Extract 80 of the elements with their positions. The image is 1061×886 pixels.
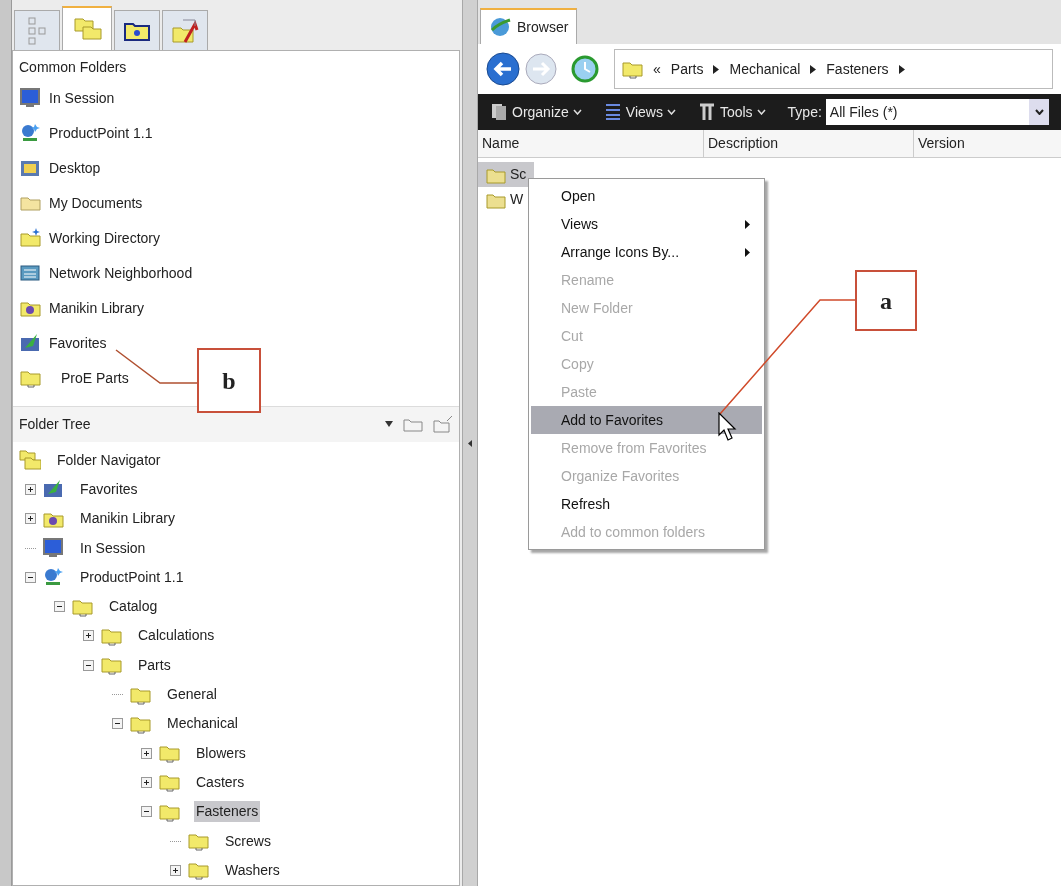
tree-item[interactable]: Calculations <box>136 625 217 647</box>
chevron-right-icon[interactable] <box>713 64 720 74</box>
tree-item[interactable]: Favorites <box>78 479 140 500</box>
tree-item[interactable]: Washers <box>223 859 282 881</box>
column-header[interactable]: Version <box>913 129 1061 158</box>
tree-item[interactable]: Screws <box>223 830 273 852</box>
folder-item[interactable]: Favorites <box>13 325 113 361</box>
tree-item[interactable]: General <box>165 684 219 706</box>
tree-item[interactable]: In Session <box>78 537 148 559</box>
pointer-icon <box>718 412 738 442</box>
tools-icon <box>697 102 716 122</box>
tree-item[interactable]: Manikin Library <box>78 508 177 530</box>
tree-item[interactable]: Catalog <box>107 596 160 618</box>
collapse-icon[interactable] <box>112 718 123 730</box>
breadcrumb-item[interactable]: Fasteners <box>826 58 889 80</box>
breadcrumb-overflow[interactable]: « <box>653 58 661 80</box>
caret-icon <box>1034 109 1044 115</box>
tree-item[interactable]: Folder Navigator <box>55 449 163 471</box>
folder-item[interactable]: Working Directory <box>13 220 166 256</box>
folders-icon <box>19 449 41 472</box>
new-folder-icon <box>19 227 41 250</box>
menu-item[interactable]: Arrange Icons By... <box>531 238 762 266</box>
tree-item[interactable]: Blowers <box>194 742 248 764</box>
toolbar-button[interactable]: Views <box>603 97 676 127</box>
column-header[interactable]: Description <box>703 129 913 158</box>
expand-icon[interactable] <box>170 864 181 876</box>
expand-icon[interactable] <box>25 513 36 525</box>
folder-item[interactable]: Manikin Library <box>13 290 150 326</box>
folder-item[interactable]: ProE Parts <box>13 360 135 396</box>
callout-label: b <box>197 348 261 413</box>
expand-icon[interactable] <box>25 484 36 495</box>
panel-title: Folder Tree <box>19 414 91 434</box>
folder-item[interactable]: Network Neighborhood <box>13 255 199 291</box>
stack-icon <box>490 102 508 122</box>
folder-item[interactable]: ProductPoint 1.1 <box>13 115 159 151</box>
dropdown-icon[interactable] <box>385 421 393 428</box>
toolbar-button[interactable]: Organize <box>490 97 582 127</box>
expand-icon[interactable] <box>141 747 152 759</box>
collapse-icon[interactable] <box>25 571 36 583</box>
monitor-icon <box>42 537 64 560</box>
back-icon[interactable] <box>486 52 520 86</box>
panel-tab[interactable] <box>162 9 208 50</box>
menu-item[interactable]: Add to Favorites <box>531 406 762 434</box>
tree-item[interactable]: Fasteners <box>194 801 261 823</box>
folder-item[interactable]: Desktop <box>13 150 107 186</box>
caret-icon <box>572 109 582 115</box>
panel-tab[interactable] <box>114 9 160 50</box>
folder-item[interactable]: My Documents <box>13 185 149 221</box>
callout-label: a <box>855 270 917 331</box>
section-title: Common Folders <box>18 58 128 78</box>
collapse-arrow-icon[interactable] <box>468 439 472 447</box>
breadcrumb-item[interactable]: Mechanical <box>729 58 801 80</box>
tree-item[interactable]: Casters <box>194 771 247 793</box>
caret-icon <box>756 109 766 115</box>
tree-item[interactable]: Parts <box>136 654 173 676</box>
list-icon <box>603 102 622 122</box>
expand-icon[interactable] <box>141 776 152 788</box>
breadcrumb-item[interactable]: Parts <box>670 58 704 80</box>
globe-icon <box>489 16 511 38</box>
file-row[interactable]: Sc <box>478 162 535 187</box>
toolbar-button[interactable]: Tools <box>697 97 766 127</box>
address-bar[interactable]: « Parts Mechanical Fasteners <box>614 49 1053 89</box>
column-header[interactable]: Name <box>478 129 703 158</box>
collapse-icon[interactable] <box>83 659 94 671</box>
file-row[interactable]: W <box>478 187 532 212</box>
chevron-right-icon[interactable] <box>810 64 817 74</box>
browser-tab[interactable]: Browser <box>480 8 578 44</box>
collapse-icon[interactable] <box>54 601 65 613</box>
collapse-icon[interactable] <box>141 806 152 818</box>
tree-item[interactable]: Mechanical <box>165 713 240 735</box>
menu-item[interactable]: Refresh <box>531 490 762 518</box>
type-label: Type: <box>787 102 822 122</box>
tree-item[interactable]: ProductPoint 1.1 <box>78 566 186 588</box>
expand-icon[interactable] <box>83 630 94 642</box>
monitor-icon <box>19 87 41 110</box>
folder-item[interactable]: In Session <box>13 80 121 116</box>
caret-icon <box>666 109 676 115</box>
menu-item[interactable]: Views <box>531 210 762 238</box>
type-dropdown[interactable]: All Files (*) <box>825 99 1049 125</box>
chevron-right-icon[interactable] <box>898 64 905 74</box>
